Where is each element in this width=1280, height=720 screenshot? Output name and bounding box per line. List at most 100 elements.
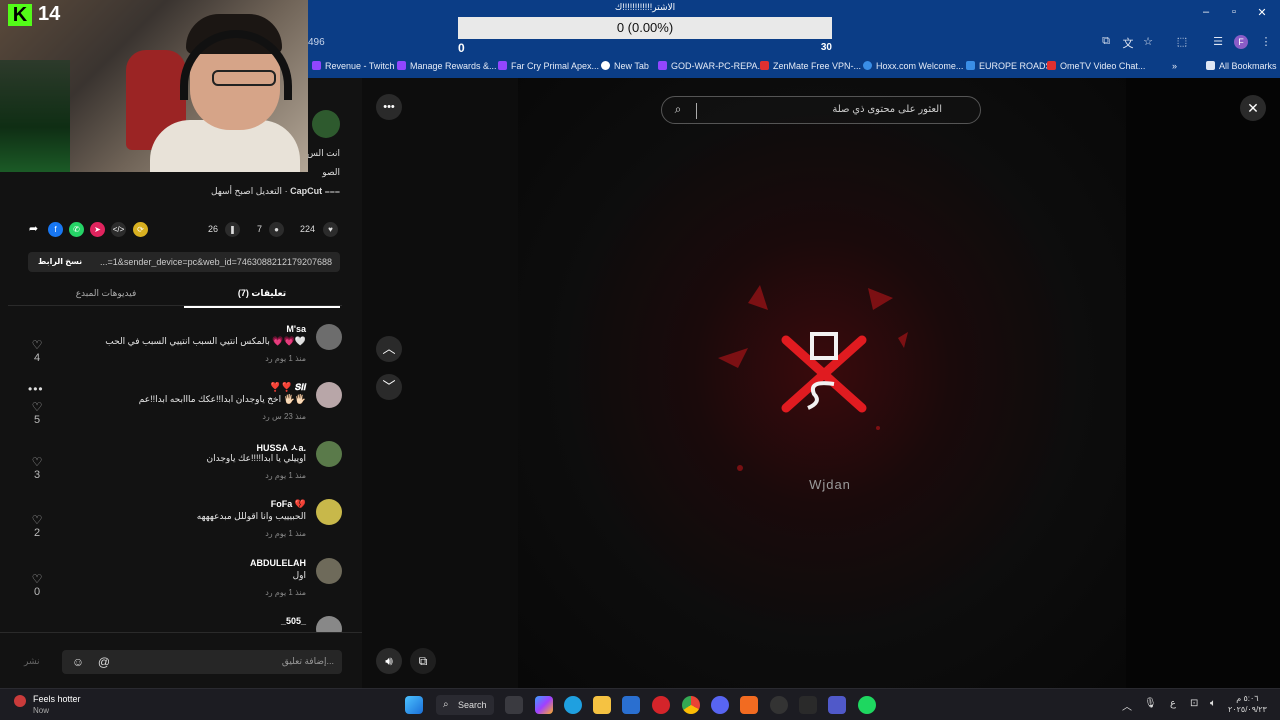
cast-icon[interactable]: ⧉ — [1098, 35, 1114, 49]
emoji-icon[interactable]: ☺ — [70, 654, 86, 670]
reading-list-icon[interactable]: ☰ — [1210, 35, 1226, 49]
comment-meta[interactable]: منذ 23 س رد — [262, 412, 306, 421]
close-window-button[interactable]: ✕ — [1252, 6, 1272, 19]
like-heart-icon[interactable]: ♡ — [30, 455, 44, 469]
more-options-icon[interactable]: ••• — [28, 382, 44, 396]
maximize-button[interactable]: ▫ — [1224, 6, 1244, 18]
app-icon[interactable] — [740, 696, 758, 714]
comment-meta[interactable]: منذ 1 يوم رد — [265, 529, 306, 538]
tab-comments[interactable]: (7) تعليقات — [184, 288, 340, 308]
avatar[interactable] — [316, 382, 342, 408]
chevron-up-icon[interactable]: ︿ — [376, 336, 402, 362]
menu-icon[interactable]: ⋮ — [1258, 35, 1274, 49]
like-heart-icon[interactable]: ♡ — [30, 572, 44, 586]
tab-creator-videos[interactable]: فيديوهات المبدع — [28, 288, 184, 299]
comment-user[interactable]: _505_ — [281, 616, 306, 626]
extensions-icon[interactable]: ⬚ — [1174, 35, 1190, 49]
star-icon[interactable]: ☆ — [1140, 35, 1156, 49]
avatar[interactable] — [316, 558, 342, 584]
repost-icon[interactable]: ⟳ — [133, 222, 148, 237]
related-search-input[interactable]: ⌕ العثور على محتوى ذي صلة — [661, 96, 981, 124]
copilot-icon[interactable] — [535, 696, 553, 714]
chrome-icon[interactable] — [682, 696, 700, 714]
comments-tabs: فيديوهات المبدع (7) تعليقات — [8, 284, 342, 308]
taskbar: Feels hotter Now ⌕ Search ︿ 🎙︎ ع ⊡ 🔈︎ ٥:… — [0, 688, 1280, 720]
profile-avatar[interactable]: F — [1234, 35, 1248, 49]
comment-meta[interactable]: منذ 1 يوم رد — [265, 471, 306, 480]
chevron-down-icon[interactable]: ﹀ — [376, 374, 402, 400]
bookmark-hoxx[interactable]: Hoxx.com Welcome... — [863, 61, 963, 71]
bookmark-europe-roads[interactable]: EUROPE ROADS — [966, 61, 1052, 71]
bookmark-god-war[interactable]: GOD-WAR-PC-REPA... — [658, 61, 765, 71]
network-icon[interactable]: ⊡ — [1190, 698, 1198, 709]
weather-title[interactable]: Feels hotter — [33, 694, 81, 704]
bookmark-new-tab[interactable]: New Tab — [601, 61, 649, 71]
obs-icon[interactable] — [770, 696, 788, 714]
comment-input[interactable]: ☺ @ إضافة تعليق... — [62, 650, 342, 674]
bookmark-revenue-twitch[interactable]: Revenue - Twitch — [312, 61, 394, 71]
comment-user[interactable]: ABDULELAH — [250, 558, 306, 568]
bookmark-all[interactable]: All Bookmarks — [1206, 61, 1277, 71]
capcut-link[interactable]: التعديل اصبح أسهل · CapCut ⩶ — [211, 186, 340, 197]
discord-icon[interactable] — [711, 696, 729, 714]
chevron-up-icon[interactable]: ︿ — [1122, 698, 1132, 713]
like-heart-icon[interactable]: ♡ — [30, 400, 44, 414]
facebook-icon[interactable]: f — [48, 222, 63, 237]
address-bar-fragment[interactable]: 496 — [308, 37, 325, 48]
teams-icon[interactable] — [828, 696, 846, 714]
share-arrow-icon[interactable]: ➦ — [26, 222, 41, 237]
bookmark-icon[interactable]: ❚ — [225, 222, 240, 237]
heart-icon[interactable]: ♥ — [323, 222, 338, 237]
weather-sub: Now — [33, 706, 50, 715]
volume-icon[interactable]: 🔈︎ — [1210, 698, 1216, 709]
more-options-button[interactable]: ••• — [376, 94, 402, 120]
comment-meta[interactable]: منذ 1 يوم رد — [265, 354, 306, 363]
bookmark-ometv[interactable]: OmeTV Video Chat... — [1047, 61, 1145, 71]
send-icon[interactable]: ➤ — [90, 222, 105, 237]
search-icon[interactable]: ⌕ — [670, 102, 686, 118]
avatar[interactable] — [316, 499, 342, 525]
translate-icon[interactable]: 文 — [1120, 35, 1136, 50]
start-icon[interactable] — [405, 696, 423, 714]
pip-icon[interactable]: ⧉ — [410, 648, 436, 674]
video-player[interactable]: Wjdan — [518, 78, 1126, 688]
taskbar-search[interactable]: ⌕ Search — [436, 695, 494, 715]
comment-meta[interactable]: منذ 1 يوم رد — [265, 588, 306, 597]
chevron-right-icon[interactable]: » — [1172, 61, 1177, 71]
store-icon[interactable] — [622, 696, 640, 714]
edge-icon[interactable] — [564, 696, 582, 714]
minimize-button[interactable]: – — [1196, 6, 1216, 18]
link-url[interactable]: ...=1&sender_device=pc&web_id=7463088212… — [88, 257, 332, 267]
volume-icon[interactable]: 🔊︎ — [376, 648, 402, 674]
like-heart-icon[interactable]: ♡ — [30, 338, 44, 352]
spotify-icon[interactable] — [858, 696, 876, 714]
comment-icon[interactable]: ● — [269, 222, 284, 237]
clock[interactable]: ٥:٠٦ م ٢٠٢٥/٠٩/٢٣ — [1228, 693, 1267, 715]
like-heart-icon[interactable]: ♡ — [30, 513, 44, 527]
microphone-icon[interactable]: 🎙︎ — [1144, 698, 1157, 709]
bookmark-far-cry[interactable]: Far Cry Primal Apex... — [498, 61, 599, 71]
comment-user[interactable]: M'sa — [286, 324, 306, 334]
copy-link-button[interactable]: نسخ الرابط — [38, 257, 82, 266]
post-sound[interactable]: الصو — [322, 167, 340, 178]
opera-icon[interactable] — [652, 696, 670, 714]
whatsapp-icon[interactable]: ✆ — [69, 222, 84, 237]
comment-user[interactable]: FoFa 💔 — [271, 499, 306, 510]
task-view-icon[interactable] — [505, 696, 523, 714]
file-explorer-icon[interactable] — [593, 696, 611, 714]
creator-avatar[interactable] — [312, 110, 340, 138]
embed-icon[interactable]: </> — [111, 222, 126, 237]
language-indicator[interactable]: ع — [1170, 698, 1176, 709]
weather-icon[interactable] — [14, 695, 26, 707]
mention-icon[interactable]: @ — [96, 654, 112, 670]
avatar[interactable] — [316, 616, 342, 632]
post-button[interactable]: نشر — [24, 656, 40, 667]
comment-user[interactable]: ❣️❣️ 𝑺𝒊𝒊 — [270, 382, 306, 393]
epic-games-icon[interactable] — [799, 696, 817, 714]
goal-title: الاشتر!!!!!!!!!!!!ك — [614, 2, 676, 12]
bookmark-zenmate[interactable]: ZenMate Free VPN-... — [760, 61, 861, 71]
close-icon[interactable]: ✕ — [1240, 95, 1266, 121]
avatar[interactable] — [316, 441, 342, 467]
avatar[interactable] — [316, 324, 342, 350]
bookmark-manage-rewards[interactable]: Manage Rewards &... — [397, 61, 497, 71]
